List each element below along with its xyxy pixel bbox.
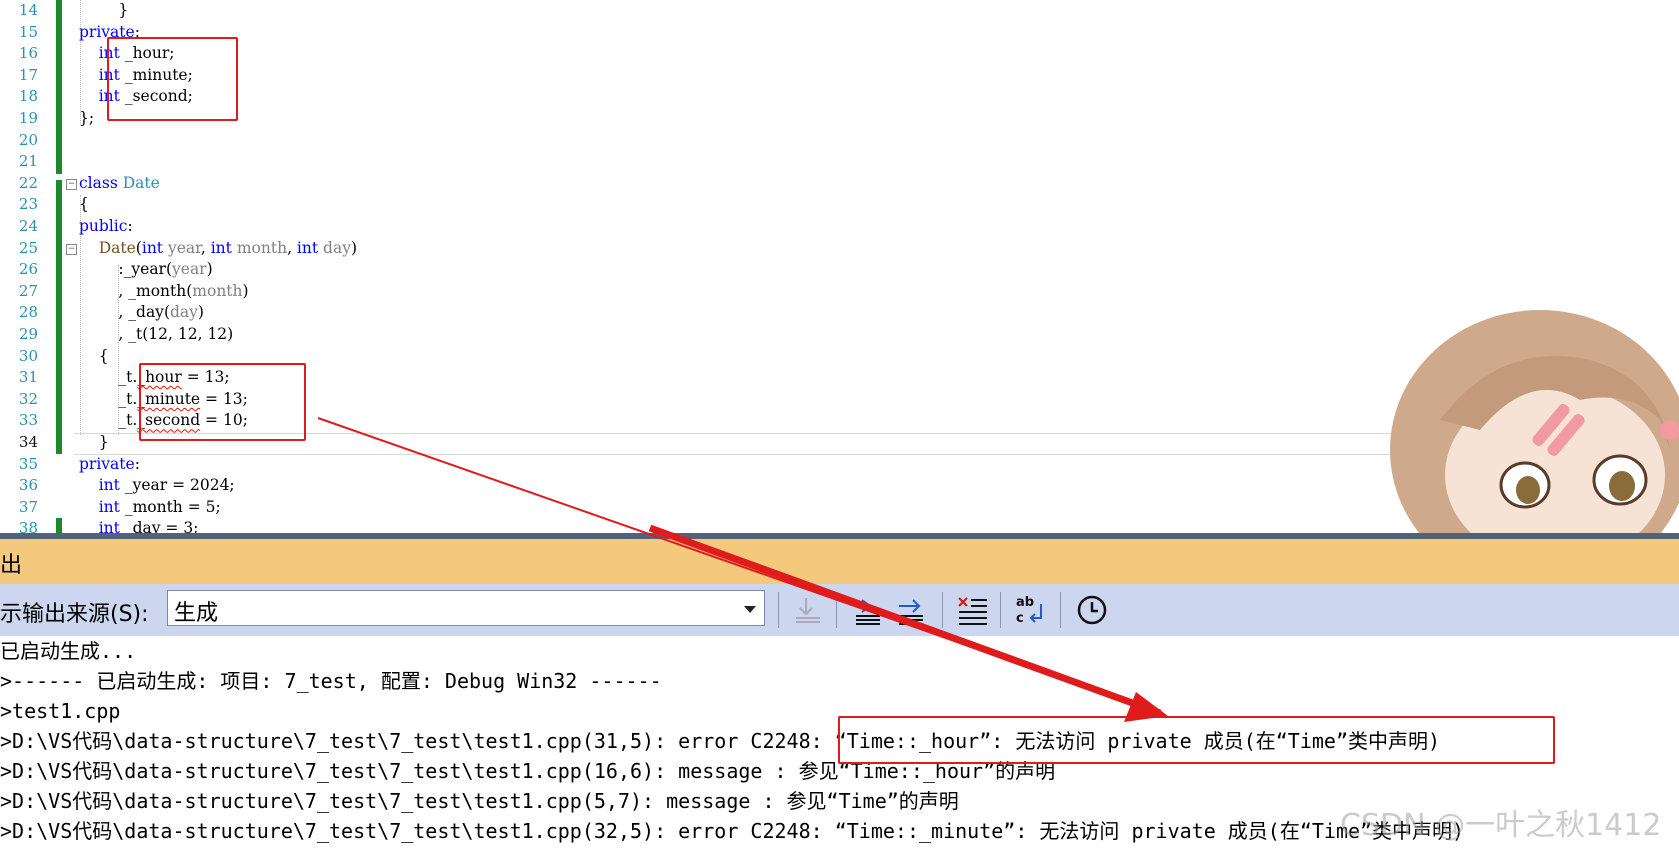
line-number: 34 [18,433,38,451]
line-number: 16 [18,44,38,63]
code-line: Date(int year, int month, int day) [98,238,358,257]
code-line: public: [79,217,133,235]
code-line: :_year(year) [79,260,213,279]
code-line: int _month = 5; [98,497,221,516]
output-source-label: 示输出来源(S): [0,602,149,627]
line-number: 28 [18,303,38,322]
line-number: 32 [18,389,38,408]
code-line: { [79,195,89,214]
line-number: 15 [18,22,38,41]
output-toolbar: 示输出来源(S): 生成 ab c [0,584,1679,636]
line-number: 33 [18,411,38,430]
code-editor[interactable]: − − 14 } 15 private: 16 int _hour; 17 int… [0,0,1679,533]
toolbar-separator [942,592,943,628]
annotation-box [139,363,306,441]
line-number: 38 [18,519,38,533]
goto-next-message-icon[interactable] [850,592,886,628]
word-wrap-icon[interactable]: ab c [1013,592,1049,628]
code-line: , _day(day) [79,303,204,322]
line-number: 14 [18,1,38,19]
code-line: , _month(month) [79,281,249,300]
line-number: 26 [18,260,38,279]
watermark: CSDN @一叶之秋1412 [1340,808,1662,843]
line-number: 24 [18,217,38,235]
output-source-dropdown[interactable]: 生成 [167,590,765,626]
toolbar-separator [1060,592,1061,628]
code-line: } [79,1,129,19]
code-line: { [79,346,109,365]
toolbar-separator [836,592,837,628]
output-line: >------ 已启动生成: 项目: 7_test, 配置: Debug Win… [0,669,662,693]
line-number: 35 [18,454,38,473]
line-number: 17 [18,65,38,84]
line-number: 29 [18,325,38,343]
output-source-value: 生成 [174,601,219,626]
line-number: 27 [18,281,38,300]
line-number: 25 [18,238,38,257]
line-number: 19 [18,109,38,127]
annotation-box [107,37,238,121]
output-line: >test1.cpp [0,699,121,723]
code-line: int _year = 2024; [98,476,235,495]
code-line: , _t(12, 12, 12) [79,325,234,343]
svg-text:ab: ab [1016,595,1034,610]
output-line: >D:\VS代码\data-structure\7_test\7_test\te… [0,789,959,813]
line-number: 31 [18,368,38,387]
background-character-image [1390,310,1679,533]
toolbar-separator [1000,592,1001,628]
line-number: 36 [18,476,38,495]
line-number: 37 [18,497,38,516]
output-panel-titlebar: 出 [0,539,1679,584]
code-line: }; [79,109,95,127]
code-line: class Date [79,173,160,192]
output-panel-title: 出 [0,553,23,578]
line-number: 22 [18,173,38,192]
goto-next-error-icon[interactable] [893,592,929,628]
code-line: } [79,433,109,451]
annotation-box [838,716,1555,764]
line-number: 21 [18,152,38,171]
code-line: int _day = 3; [98,519,199,533]
line-number: 30 [18,346,38,365]
svg-text:c: c [1016,611,1024,626]
code-line: private: [79,454,140,473]
output-line: >D:\VS代码\data-structure\7_test\7_test\te… [0,819,1465,843]
chevron-down-icon [744,606,756,613]
toolbar-separator [778,592,779,628]
clear-all-icon[interactable] [955,592,991,628]
clock-icon[interactable] [1074,592,1110,628]
output-line: 已启动生成... [0,639,137,663]
line-number: 18 [18,87,38,106]
goto-prev-icon[interactable] [790,592,826,628]
line-number: 23 [18,195,38,214]
line-number: 20 [18,130,38,149]
